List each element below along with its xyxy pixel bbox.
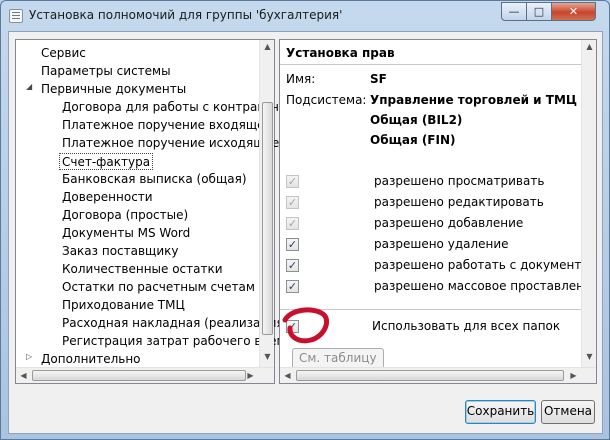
collapse-arrow-icon[interactable]: ▷ [26,352,32,361]
scroll-right-arrow-icon[interactable]: ▶ [243,371,258,380]
permission-label: разрешено работать с документами д [374,258,597,272]
permission-checkbox: ✓ [286,175,299,188]
tree-item[interactable]: Параметры системы [41,63,171,80]
tree-vertical-scroll-thumb[interactable] [262,102,273,335]
permission-label: разрешено добавление [374,216,524,230]
tree-item[interactable]: Первичные документы [41,81,186,98]
scroll-left-arrow-icon[interactable]: ◀ [280,371,295,380]
permission-checkbox[interactable]: ✓ [286,238,299,251]
tree-item[interactable]: Договора (простые) [62,207,188,224]
rights-horizontal-scroll-thumb[interactable] [296,370,564,381]
scroll-left-arrow-icon[interactable]: ◀ [16,371,31,380]
app-icon [9,9,23,23]
permission-label: разрешено редактировать [374,195,544,209]
title-bar[interactable]: Установка полномочий для группы 'бухгалт… [1,1,609,31]
subsystem-label: Подсистема: [286,93,367,107]
close-button[interactable]: ✕ [551,2,596,21]
tree-item[interactable]: Платежное поручение входящее [62,117,272,134]
dialog-window: Установка полномочий для группы 'бухгалт… [0,0,610,440]
scroll-down-arrow-icon[interactable]: ▼ [260,352,275,361]
rights-vertical-scrollbar[interactable]: ▲ ▼ [581,40,596,367]
rights-panel: Установка прав Имя: SF Подсистема: Управ… [279,39,597,384]
tree-item[interactable]: Приходование ТМЦ [62,297,185,314]
permission-label: разрешено просматривать [374,174,545,188]
show-table-button[interactable]: См. таблицу [292,348,384,369]
red-circle-annotation-icon [282,307,329,344]
rights-horizontal-scrollbar[interactable]: ◀ ▶ [280,367,596,383]
window-title: Установка полномочий для группы 'бухгалт… [29,8,343,22]
tree-item[interactable]: Заказ поставщику [62,243,179,260]
dialog-client-area: Сервис Параметры системы ◢ Первичные докуме… [8,31,603,434]
save-button[interactable]: Сохранить [465,400,536,424]
tree-item[interactable]: Остатки по расчетным счетам [62,279,255,296]
tree-horizontal-scrollbar[interactable]: ◀ ▶ [16,367,274,383]
expand-arrow-icon[interactable]: ◢ [26,82,32,91]
permission-label: разрешено удаление [374,237,509,251]
document-tree: Сервис Параметры системы ◢ Первичные докуме… [15,39,293,384]
tree-item[interactable]: Банковская выписка (общая) [62,171,247,188]
scroll-up-arrow-icon[interactable]: ▲ [582,42,596,51]
section-divider [280,64,582,65]
scroll-down-arrow-icon[interactable]: ▼ [582,352,596,361]
tree-vertical-scrollbar[interactable]: ▲ ▼ [259,40,274,367]
rights-section-title: Установка прав [286,46,395,60]
permission-checkbox[interactable]: ✓ [286,259,299,272]
subsystem-value: Общая (BIL2) [370,113,463,127]
maximize-button[interactable]: □ [526,2,552,21]
tree-item[interactable]: Количественные остатки [62,261,223,278]
permission-checkbox[interactable]: ✓ [286,280,299,293]
minimize-button[interactable]: — [501,2,527,21]
name-label: Имя: [286,72,316,86]
tree-item[interactable]: Платежное поручение исходящее [62,135,279,152]
subsystem-value: Общая (FIN) [370,133,456,147]
cancel-button[interactable]: Отмена [541,400,595,424]
permission-checkbox: ✓ [286,217,299,230]
permission-label: разрешено массовое проставление з [374,279,597,293]
tree-item[interactable]: Сервис [41,45,86,62]
tree-item[interactable]: Счет-фактура [59,153,154,170]
tree-item[interactable]: Доверенности [62,189,153,206]
name-value: SF [370,72,387,86]
scroll-up-arrow-icon[interactable]: ▲ [260,42,275,51]
permission-checkbox: ✓ [286,196,299,209]
tree-item[interactable]: Дополнительно [41,351,141,368]
use-for-all-folders-label: Использовать для всех папок [372,319,561,333]
tree-item[interactable]: Расходная накладная (реализация) [62,315,288,332]
scroll-right-arrow-icon[interactable]: ▶ [566,371,581,380]
tree-horizontal-scroll-thumb[interactable] [32,370,246,381]
subsystem-value: Управление торговлей и ТМЦ (MTR [370,93,597,107]
tree-item[interactable]: Документы MS Word [62,225,190,242]
